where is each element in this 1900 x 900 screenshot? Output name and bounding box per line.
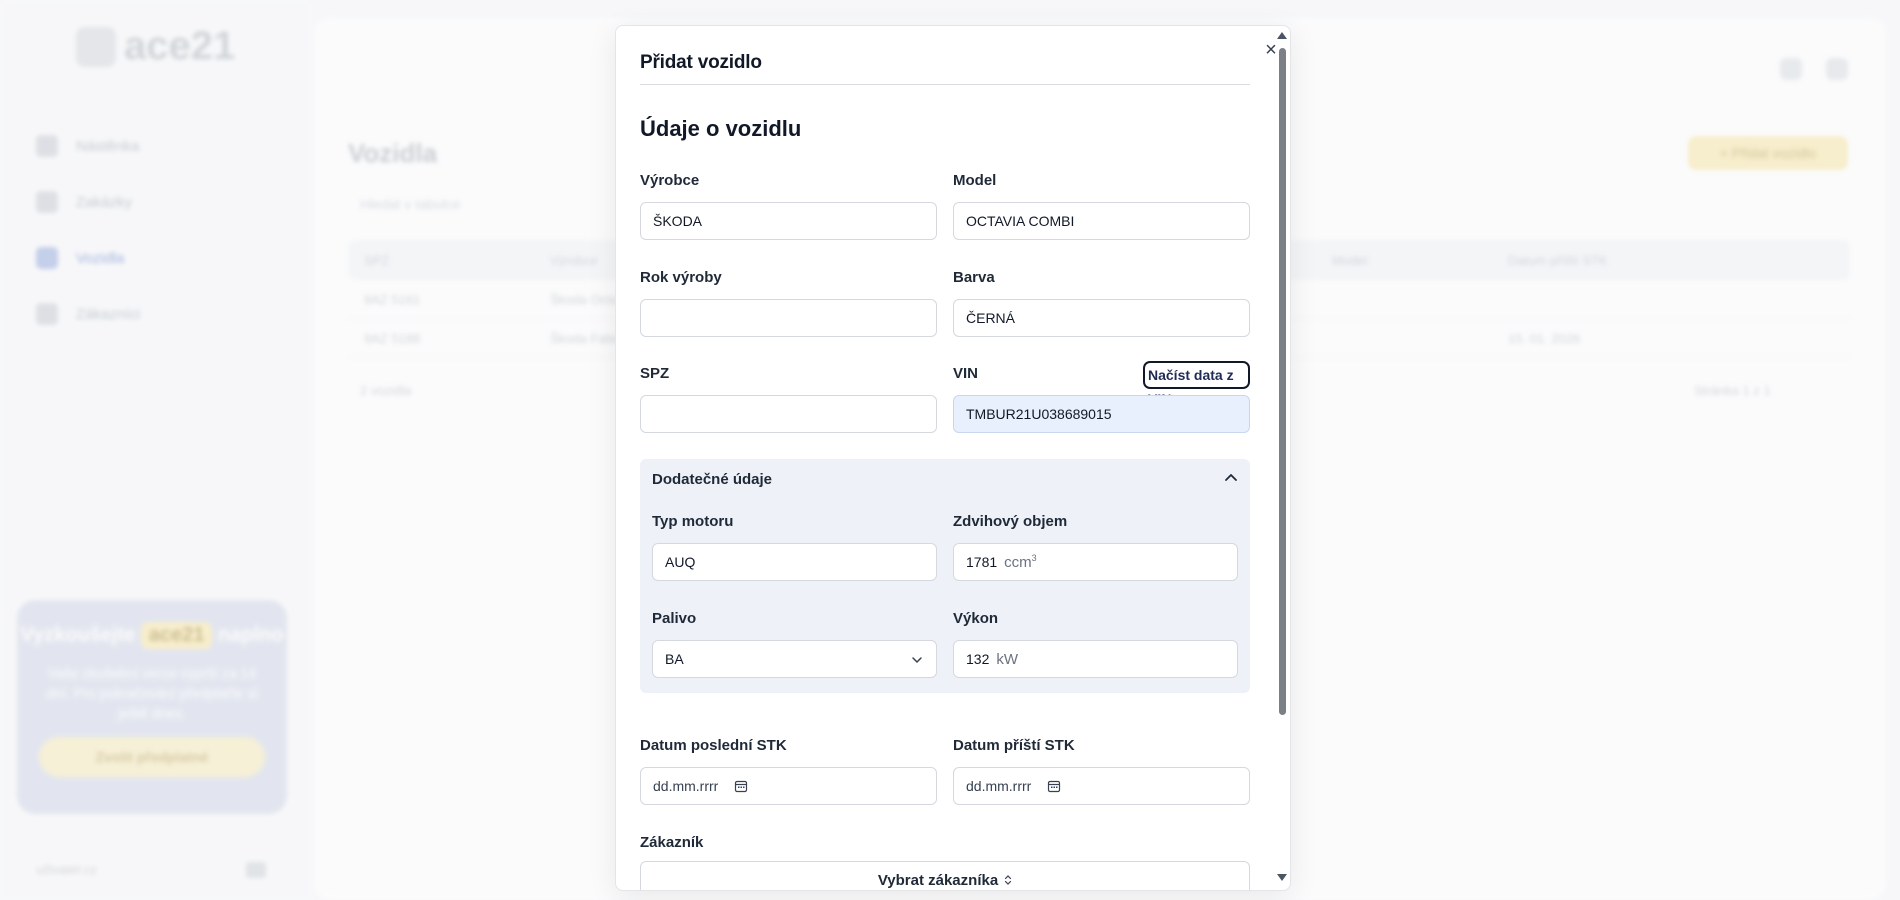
date-placeholder: dd.mm.rrrr (653, 778, 719, 794)
dialog-title: Přidat vozidlo (640, 52, 762, 73)
year-label: Rok výroby (640, 269, 722, 286)
engine-type-input[interactable] (652, 543, 937, 581)
color-label: Barva (953, 269, 995, 286)
select-customer-button[interactable]: Vybrat zákazníka (640, 861, 1250, 890)
model-input[interactable] (953, 202, 1250, 240)
customer-label: Zákazník (640, 834, 704, 851)
displacement-label: Zdvihový objem (953, 513, 1068, 530)
next-stk-input[interactable]: dd.mm.rrrr (953, 767, 1250, 805)
scroll-up-arrow-icon[interactable] (1277, 32, 1287, 39)
unit-superscript: 3 (1031, 553, 1037, 563)
calendar-icon[interactable] (1047, 779, 1061, 793)
last-stk-input[interactable]: dd.mm.rrrr (640, 767, 937, 805)
divider (640, 84, 1250, 85)
scroll-down-arrow-icon[interactable] (1277, 874, 1287, 881)
scrollbar-thumb[interactable] (1279, 48, 1286, 715)
displacement-value: 1781 (966, 554, 998, 570)
section-title: Údaje o vozidlu (640, 116, 802, 141)
engine-type-label: Typ motoru (652, 513, 734, 530)
power-unit: kW (996, 650, 1019, 668)
power-value: 132 (966, 651, 990, 667)
chevron-down-icon (912, 657, 922, 663)
spz-label: SPZ (640, 365, 670, 382)
manufacturer-input[interactable] (640, 202, 937, 240)
last-stk-label: Datum poslední STK (640, 737, 787, 754)
additional-details-panel: Dodatečné údaje Typ motoru Zdvihový obje… (640, 459, 1250, 693)
manufacturer-label: Výrobce (640, 172, 700, 189)
year-input[interactable] (640, 299, 937, 337)
add-vehicle-dialog: Přidat vozidlo × Údaje o vozidlu Výrobce… (615, 25, 1291, 891)
load-vin-data-button[interactable]: Načíst data z VIN (1143, 361, 1250, 407)
next-stk-label: Datum příští STK (953, 737, 1075, 754)
displacement-unit: ccm3 (1004, 553, 1037, 571)
power-input[interactable]: 132 kW (953, 640, 1238, 678)
vin-input[interactable] (953, 395, 1250, 433)
date-placeholder: dd.mm.rrrr (966, 778, 1032, 794)
model-label: Model (953, 172, 997, 189)
calendar-icon[interactable] (734, 779, 748, 793)
spz-input[interactable] (640, 395, 937, 433)
displacement-input[interactable]: 1781 ccm3 (953, 543, 1238, 581)
fuel-value: BA (665, 651, 684, 667)
chevron-up-icon[interactable] (1222, 469, 1240, 487)
color-input[interactable] (953, 299, 1250, 337)
select-customer-label: Vybrat zákazníka (877, 871, 999, 889)
chevron-up-down-icon (1005, 875, 1012, 885)
power-label: Výkon (953, 610, 999, 627)
unit-text: ccm (1004, 554, 1032, 571)
additional-details-title[interactable]: Dodatečné údaje (652, 471, 772, 488)
fuel-select[interactable]: BA (652, 640, 937, 678)
vin-label: VIN (953, 365, 979, 382)
fuel-label: Palivo (652, 610, 697, 627)
